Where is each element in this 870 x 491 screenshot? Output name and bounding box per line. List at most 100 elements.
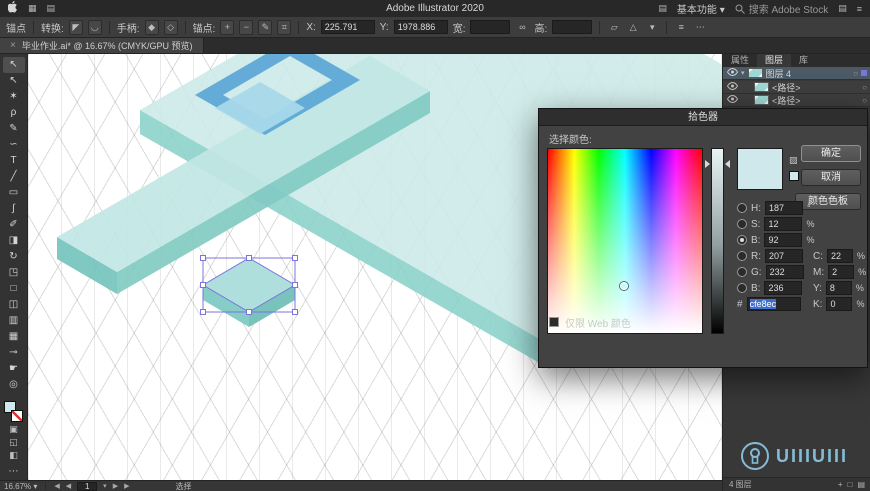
tab-layers[interactable]: 图层 bbox=[757, 54, 792, 67]
pen-options-icon[interactable]: ✎ bbox=[258, 19, 273, 35]
visibility-eye-icon[interactable] bbox=[726, 81, 739, 92]
out-of-web-gamut-cube-icon[interactable]: ▧ bbox=[789, 155, 798, 166]
next-artboard-icon[interactable]: ▶ bbox=[113, 482, 118, 490]
saturation-input[interactable] bbox=[764, 217, 803, 231]
convert-corner-icon[interactable]: ◤ bbox=[68, 19, 83, 35]
last-artboard-icon[interactable]: ▶ bbox=[124, 482, 129, 490]
delete-layer-icon[interactable]: ▤ bbox=[857, 480, 865, 489]
layer-name[interactable]: <路径> bbox=[772, 81, 859, 94]
app-panel-icon[interactable]: ▤ bbox=[47, 3, 56, 14]
share-icon[interactable]: ▤ bbox=[838, 3, 847, 14]
gradient-tool[interactable]: ▥ bbox=[3, 313, 25, 329]
layer-thumbnail[interactable] bbox=[754, 95, 769, 105]
artboard-caret-icon[interactable]: ▾ bbox=[103, 482, 107, 490]
show-handles-icon[interactable]: ◆ bbox=[144, 19, 159, 35]
cancel-button[interactable]: 取消 bbox=[801, 169, 861, 186]
dialog-title-bar[interactable]: 拾色器 bbox=[539, 109, 867, 126]
selection-tool[interactable]: ↖ bbox=[2, 57, 25, 73]
layer-row[interactable]: <路径> ○ bbox=[723, 94, 870, 107]
link-dimensions-icon[interactable]: ∞ bbox=[515, 21, 529, 34]
blue-radio[interactable] bbox=[737, 283, 747, 293]
target-circle-icon[interactable]: ○ bbox=[862, 96, 867, 105]
lasso-tool[interactable]: ρ bbox=[3, 105, 25, 121]
screen-mode-icon[interactable]: ◧ bbox=[3, 449, 25, 462]
toolbar-overflow-icon[interactable]: ⋯ bbox=[9, 466, 19, 477]
menu-icon[interactable]: ≡ bbox=[857, 4, 862, 14]
web-colors-only-checkbox[interactable] bbox=[549, 317, 559, 327]
spectrum-marker[interactable] bbox=[620, 282, 628, 290]
saturation-radio[interactable] bbox=[737, 219, 747, 229]
close-tab-icon[interactable]: × bbox=[10, 40, 16, 51]
ok-button[interactable]: 确定 bbox=[801, 145, 861, 162]
zoom-level[interactable]: 16.67% ▾ bbox=[4, 482, 37, 491]
green-radio[interactable] bbox=[737, 267, 747, 277]
tab-libraries[interactable]: 库 bbox=[791, 54, 816, 67]
app-grid-icon[interactable]: ▦ bbox=[28, 3, 37, 14]
red-radio[interactable] bbox=[737, 251, 747, 261]
align-menu-icon[interactable]: ≡ bbox=[674, 21, 688, 34]
web-safe-swatch[interactable] bbox=[789, 171, 799, 181]
zoom-tool[interactable]: ◎ bbox=[3, 377, 25, 393]
y-input[interactable] bbox=[393, 20, 448, 34]
direct-selection-tool[interactable]: ↖ bbox=[3, 73, 25, 89]
paintbrush-tool[interactable]: ∫ bbox=[3, 201, 25, 217]
new-sublayer-icon[interactable]: □ bbox=[848, 480, 853, 489]
shape-builder-tool[interactable]: ◫ bbox=[3, 297, 25, 313]
color-spectrum-field[interactable] bbox=[547, 148, 703, 334]
draw-behind-icon[interactable]: ◱ bbox=[3, 436, 25, 449]
free-transform-tool[interactable]: □ bbox=[3, 281, 25, 297]
fill-stroke-widget[interactable] bbox=[3, 401, 24, 423]
layer-row[interactable]: <路径> ○ bbox=[723, 81, 870, 94]
brightness-input[interactable] bbox=[764, 233, 803, 247]
layer-name[interactable]: <路径> bbox=[772, 94, 859, 107]
new-layer-icon[interactable]: + bbox=[838, 480, 843, 489]
convert-smooth-icon[interactable]: ◡ bbox=[87, 19, 102, 35]
rectangle-tool[interactable]: ▭ bbox=[3, 185, 25, 201]
isolate-icon[interactable]: ⌗ bbox=[277, 19, 292, 35]
layer-name[interactable]: 图层 4 bbox=[766, 67, 851, 80]
eraser-tool[interactable]: ◨ bbox=[3, 233, 25, 249]
workspace-switcher-icon[interactable]: ▤ bbox=[658, 3, 667, 14]
hand-tool[interactable]: ☛ bbox=[3, 361, 25, 377]
green-input[interactable] bbox=[765, 265, 804, 279]
shear-icon[interactable]: △ bbox=[626, 21, 640, 34]
rotate-tool[interactable]: ↻ bbox=[3, 249, 25, 265]
stroke-color-swatch[interactable] bbox=[10, 410, 23, 422]
pencil-tool[interactable]: ✐ bbox=[3, 217, 25, 233]
selected-object[interactable] bbox=[202, 257, 296, 327]
prev-artboard-icon[interactable]: ◀ bbox=[66, 482, 71, 490]
magenta-input[interactable] bbox=[828, 265, 855, 279]
blue-input[interactable] bbox=[764, 281, 803, 295]
slider-arrow-right-icon[interactable] bbox=[725, 160, 730, 168]
brightness-radio[interactable] bbox=[737, 235, 747, 245]
stock-search-field[interactable]: 搜索 Adobe Stock bbox=[735, 1, 828, 16]
visibility-eye-icon[interactable] bbox=[726, 94, 739, 105]
remove-anchor-icon[interactable]: − bbox=[239, 19, 254, 35]
brightness-slider[interactable] bbox=[705, 148, 730, 334]
curvature-tool[interactable]: ∽ bbox=[3, 137, 25, 153]
eyedropper-tool[interactable]: ⊸ bbox=[3, 345, 25, 361]
cyan-input[interactable] bbox=[827, 249, 853, 263]
apple-icon[interactable] bbox=[7, 1, 18, 16]
first-artboard-icon[interactable]: ◀ bbox=[54, 482, 59, 490]
hue-input[interactable] bbox=[765, 201, 803, 215]
hue-radio[interactable] bbox=[737, 203, 747, 213]
layer-row[interactable]: ▾ 图层 4 ○ bbox=[723, 67, 870, 80]
width-input[interactable] bbox=[470, 20, 511, 34]
pen-tool[interactable]: ✎ bbox=[3, 121, 25, 137]
line-segment-tool[interactable]: ╱ bbox=[3, 169, 25, 185]
black-input[interactable] bbox=[826, 297, 853, 311]
transform-icon[interactable]: ▱ bbox=[607, 21, 621, 34]
scale-tool[interactable]: ◳ bbox=[3, 265, 25, 281]
overflow-icon[interactable]: ⋯ bbox=[693, 21, 707, 34]
artboard-number-input[interactable]: 1 bbox=[77, 481, 98, 491]
tab-properties[interactable]: 属性 bbox=[723, 54, 757, 67]
red-input[interactable] bbox=[765, 249, 803, 263]
hide-handles-icon[interactable]: ◇ bbox=[163, 19, 178, 35]
layer-thumbnail[interactable] bbox=[754, 82, 769, 92]
visibility-eye-icon[interactable] bbox=[726, 67, 739, 78]
magic-wand-tool[interactable]: ✶ bbox=[3, 89, 25, 105]
yellow-input[interactable] bbox=[825, 281, 852, 295]
hex-input[interactable]: cfe8ec bbox=[746, 297, 801, 311]
slider-arrow-left-icon[interactable] bbox=[705, 160, 710, 168]
